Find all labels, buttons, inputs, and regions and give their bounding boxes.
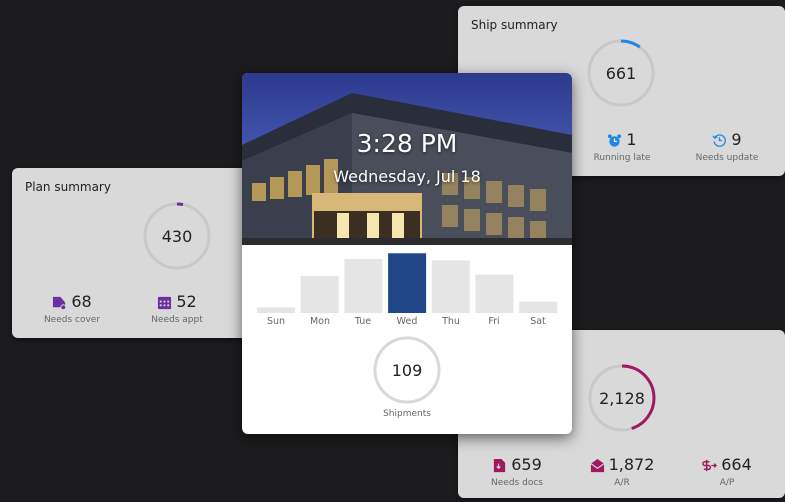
ship-summary-total: 661 <box>605 63 637 83</box>
payment-out-icon <box>702 459 718 471</box>
shipments-ring: 109 <box>372 335 442 405</box>
day-label: Tue <box>354 316 372 327</box>
plan-summary-total: 430 <box>161 226 193 246</box>
alarm-clock-icon <box>608 133 622 147</box>
document-icon <box>494 458 506 472</box>
bar-sat[interactable] <box>519 301 558 313</box>
needs-docs-stat[interactable]: 659 Needs docs <box>467 455 567 489</box>
ap-label: A/P <box>719 478 735 488</box>
bar-tue[interactable] <box>344 258 383 313</box>
needs-update-stat[interactable]: 9 Needs update <box>677 130 777 164</box>
bar-thu[interactable] <box>431 260 470 313</box>
needs-docs-label: Needs docs <box>491 478 543 488</box>
current-date: Wednesday, Jul 18 <box>333 167 481 186</box>
day-label: Wed <box>396 316 418 327</box>
truck-icon <box>53 296 67 310</box>
needs-appt-stat[interactable]: 52 Needs appt <box>127 292 227 326</box>
billing-summary-total: 2,128 <box>599 388 645 408</box>
needs-appt-label: Needs appt <box>151 315 203 325</box>
needs-cover-value: 68 <box>71 292 92 311</box>
shipments-label: Shipments <box>383 409 431 419</box>
envelope-icon <box>590 458 604 472</box>
current-time: 3:28 PM <box>356 129 458 158</box>
day-label: Mon <box>309 316 331 327</box>
bar-mon[interactable] <box>300 276 339 313</box>
plan-summary-ring: 430 <box>142 201 212 271</box>
ap-stat[interactable]: 664 A/P <box>677 456 777 488</box>
plan-summary-card[interactable]: Plan summary 430 68 Needs cover 52 Needs… <box>12 168 262 338</box>
shipments-overview-card[interactable]: 3:28 PM Wednesday, Jul 18 Sun Mon Tue We… <box>242 73 572 434</box>
day-label: Fri <box>488 316 500 327</box>
bar-sun[interactable] <box>257 307 295 313</box>
needs-cover-stat[interactable]: 68 Needs cover <box>22 292 122 326</box>
plan-summary-title: Plan summary <box>25 180 111 194</box>
building-photo <box>242 73 572 245</box>
bar-wed[interactable] <box>388 253 427 313</box>
calendar-icon <box>158 296 172 309</box>
shipments-total: 109 <box>391 360 423 380</box>
needs-cover-label: Needs cover <box>43 315 101 325</box>
ship-summary-ring: 661 <box>586 38 656 108</box>
clock-refresh-icon <box>712 133 727 147</box>
ship-summary-title: Ship summary <box>471 18 558 32</box>
bar-fri[interactable] <box>475 274 514 313</box>
running-late-value: 1 <box>626 130 637 149</box>
needs-appt-value: 52 <box>176 292 197 311</box>
running-late-label: Running late <box>593 153 651 163</box>
running-late-stat[interactable]: 1 Running late <box>572 130 672 164</box>
weekly-shipments-chart <box>257 253 558 313</box>
billing-summary-ring: 2,128 <box>587 363 657 433</box>
needs-update-value: 9 <box>731 130 742 149</box>
day-label: Sat <box>530 316 546 327</box>
ap-value: 664 <box>721 455 752 474</box>
day-label: Thu <box>442 316 460 327</box>
needs-update-label: Needs update <box>695 153 759 163</box>
ar-value: 1,872 <box>608 455 655 474</box>
ar-stat[interactable]: 1,872 A/R <box>572 456 672 488</box>
needs-docs-value: 659 <box>511 455 542 474</box>
ar-label: A/R <box>614 478 630 488</box>
day-label: Sun <box>266 316 286 327</box>
